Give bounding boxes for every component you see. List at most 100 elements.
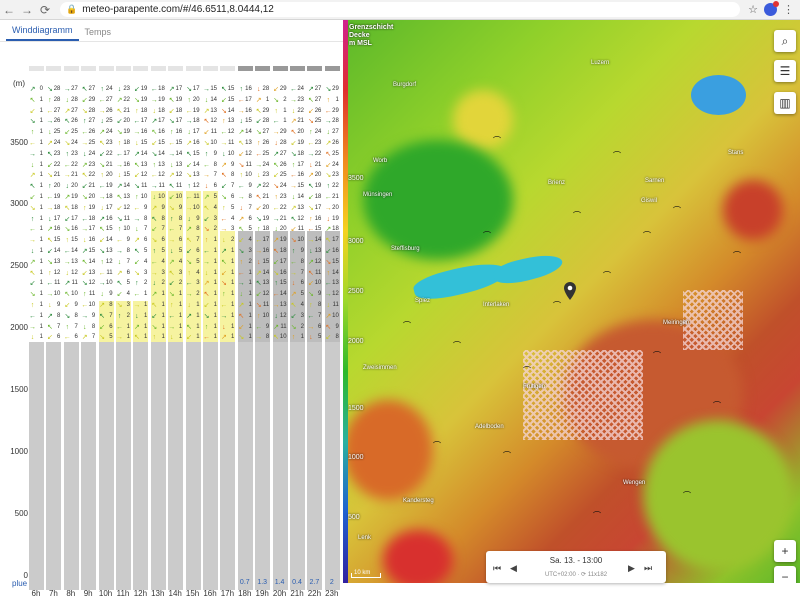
wind-speed-cell: 5 ↖ [133,248,148,255]
zoom-in-button[interactable]: + [774,540,796,562]
wind-arrow-icon: ↖ [255,194,262,201]
tab-temps[interactable]: Temps [79,27,118,41]
takeoff-icon[interactable]: ⌒ [483,230,491,241]
map-view[interactable]: Grenzschicht Decke m MSL ⌕ ☰ ▥ + − 10 km… [343,20,800,583]
wind-arrow-icon: ↙ [29,194,36,201]
wind-arrow-icon: → [81,226,89,234]
wind-speed-cell: 19 ↙ [290,140,304,147]
wind-speed-cell: 14 ↗ [255,269,270,277]
chart-icon[interactable]: ▥ [774,92,796,114]
wind-arrow-icon: ↙ [64,302,71,309]
wind-arrow-icon: ↗ [186,140,193,147]
wind-arrow-icon: ↑ [326,269,331,277]
wind-speed-cell: 1 ↘ [220,280,235,288]
takeoff-icon[interactable]: ⌒ [433,440,441,451]
wind-arrow-icon: ↖ [325,237,332,245]
takeoff-icon[interactable]: ⌒ [503,450,511,461]
wind-speed-cell: 19 → [150,96,165,104]
wind-speed-cell: 11 ↘ [133,183,148,191]
step-forward-icon[interactable]: ▶ [628,563,635,574]
sliders-icon[interactable]: ☰ [774,60,796,82]
profile-avatar[interactable] [764,1,779,16]
takeoff-icon[interactable]: ⌒ [403,320,411,331]
wind-speed-cell: 1 ↗ [29,172,43,180]
wind-arrow-icon: ↑ [204,150,209,158]
wind-speed-cell: 17 ↖ [325,237,339,245]
wind-arrow-icon: ↖ [133,248,140,255]
wind-arrow-icon: ↗ [325,312,332,320]
wind-arrow-icon: ↙ [203,215,210,223]
reload-icon[interactable]: ⟳ [36,1,54,19]
wind-arrow-icon: ↖ [29,96,36,104]
takeoff-icon[interactable]: ⌒ [713,400,721,411]
takeoff-icon[interactable]: ⌒ [493,135,501,146]
wind-arrow-icon: ↗ [168,258,175,266]
menu-dots-icon[interactable]: ⋮ [783,3,794,16]
wind-speed-cell: 1 ↘ [238,334,252,342]
wind-arrow-icon: → [150,96,158,104]
wind-speed-cell: 1 ↗ [220,248,235,255]
wind-arrow-icon: ← [255,323,263,331]
wind-arrow-icon: ↗ [220,161,227,169]
wind-arrow-icon: ↗ [81,248,88,255]
takeoff-icon[interactable]: ⌒ [643,230,651,241]
takeoff-icon[interactable]: ⌒ [733,250,741,261]
wind-arrow-icon: ↓ [169,161,174,169]
wind-speed-cell: 6 ← [63,334,78,342]
wind-arrow-icon: ↘ [81,194,88,201]
place-label: Wengen [623,480,646,486]
arrow-right-icon[interactable]: → [18,1,36,19]
wind-arrow-icon: ↘ [64,312,71,320]
wind-speed-cell: 17 ↓ [100,204,113,212]
location-pin-icon[interactable] [564,282,576,300]
wind-speed-cell: 10 ↑ [135,194,148,201]
search-icon[interactable]: ⌕ [774,30,796,52]
star-icon[interactable]: ☆ [748,3,758,16]
wind-arrow-icon: ← [272,291,280,299]
wind-arrow-icon: ← [203,334,210,342]
wind-speed-cell: 6 ↙ [46,334,61,342]
url-bar[interactable]: 🔒 meteo-parapente.com/#/46.6511,8.0444,1… [60,2,741,17]
takeoff-icon[interactable]: ⌒ [573,210,581,221]
wind-speed-cell: 2 ↘ [273,96,287,104]
wind-speed-cell: 7 → [203,172,217,180]
wind-arrow-icon: ↘ [168,118,175,126]
wind-speed-cell: 21 ← [324,194,339,201]
wind-speed-cell: 26 → [98,107,113,115]
wind-arrow-icon: ↓ [48,215,52,223]
takeoff-icon[interactable]: ⌒ [613,150,621,161]
wind-speed-cell: 23 ↘ [325,172,339,180]
wind-arrow-icon: ↓ [204,96,209,104]
wind-arrow-icon: ← [237,96,245,104]
wind-speed-cell: 12 ↑ [48,269,61,277]
wind-speed-cell: 9 → [81,312,96,320]
cloud-cover-bar [29,66,44,71]
cloud-cover-bar [255,66,271,71]
takeoff-icon[interactable]: ⌒ [673,205,681,216]
wind-speed-cell: 1 ↖ [29,269,43,277]
wind-speed-cell: 2 ↑ [135,280,148,288]
skip-forward-icon[interactable]: ⏭ [644,563,652,574]
wind-speed-cell: 13 → [272,302,287,309]
wind-speed-cell: 14 ↖ [81,258,96,266]
takeoff-icon[interactable]: ⌒ [553,300,561,311]
zoom-out-button[interactable]: − [774,566,796,583]
wind-speed-cell: 1 ↗ [220,334,235,342]
takeoff-icon[interactable]: ⌒ [523,365,531,376]
takeoff-icon[interactable]: ⌒ [453,340,461,351]
wind-speed-cell: 1 → [237,280,252,288]
takeoff-icon[interactable]: ⌒ [683,490,691,501]
wind-speed-cell: 13 ↗ [290,204,304,212]
takeoff-icon[interactable]: ⌒ [593,510,601,521]
wind-arrow-icon: ↗ [29,86,36,93]
takeoff-icon[interactable]: ⌒ [603,270,611,281]
takeoff-icon[interactable]: ⌒ [653,350,661,361]
wind-arrow-icon: ↑ [117,140,122,147]
hour-label: 19h [255,589,269,598]
wind-speed-cell: 1 ← [133,291,148,299]
tab-winddiagramm[interactable]: Winddiagramm [6,25,79,41]
wind-arrow-icon: ↖ [133,334,140,342]
wind-speed-cell: 8 ↘ [64,312,78,320]
arrow-left-icon[interactable]: ← [0,1,18,19]
wind-arrow-icon: ↙ [203,129,210,137]
